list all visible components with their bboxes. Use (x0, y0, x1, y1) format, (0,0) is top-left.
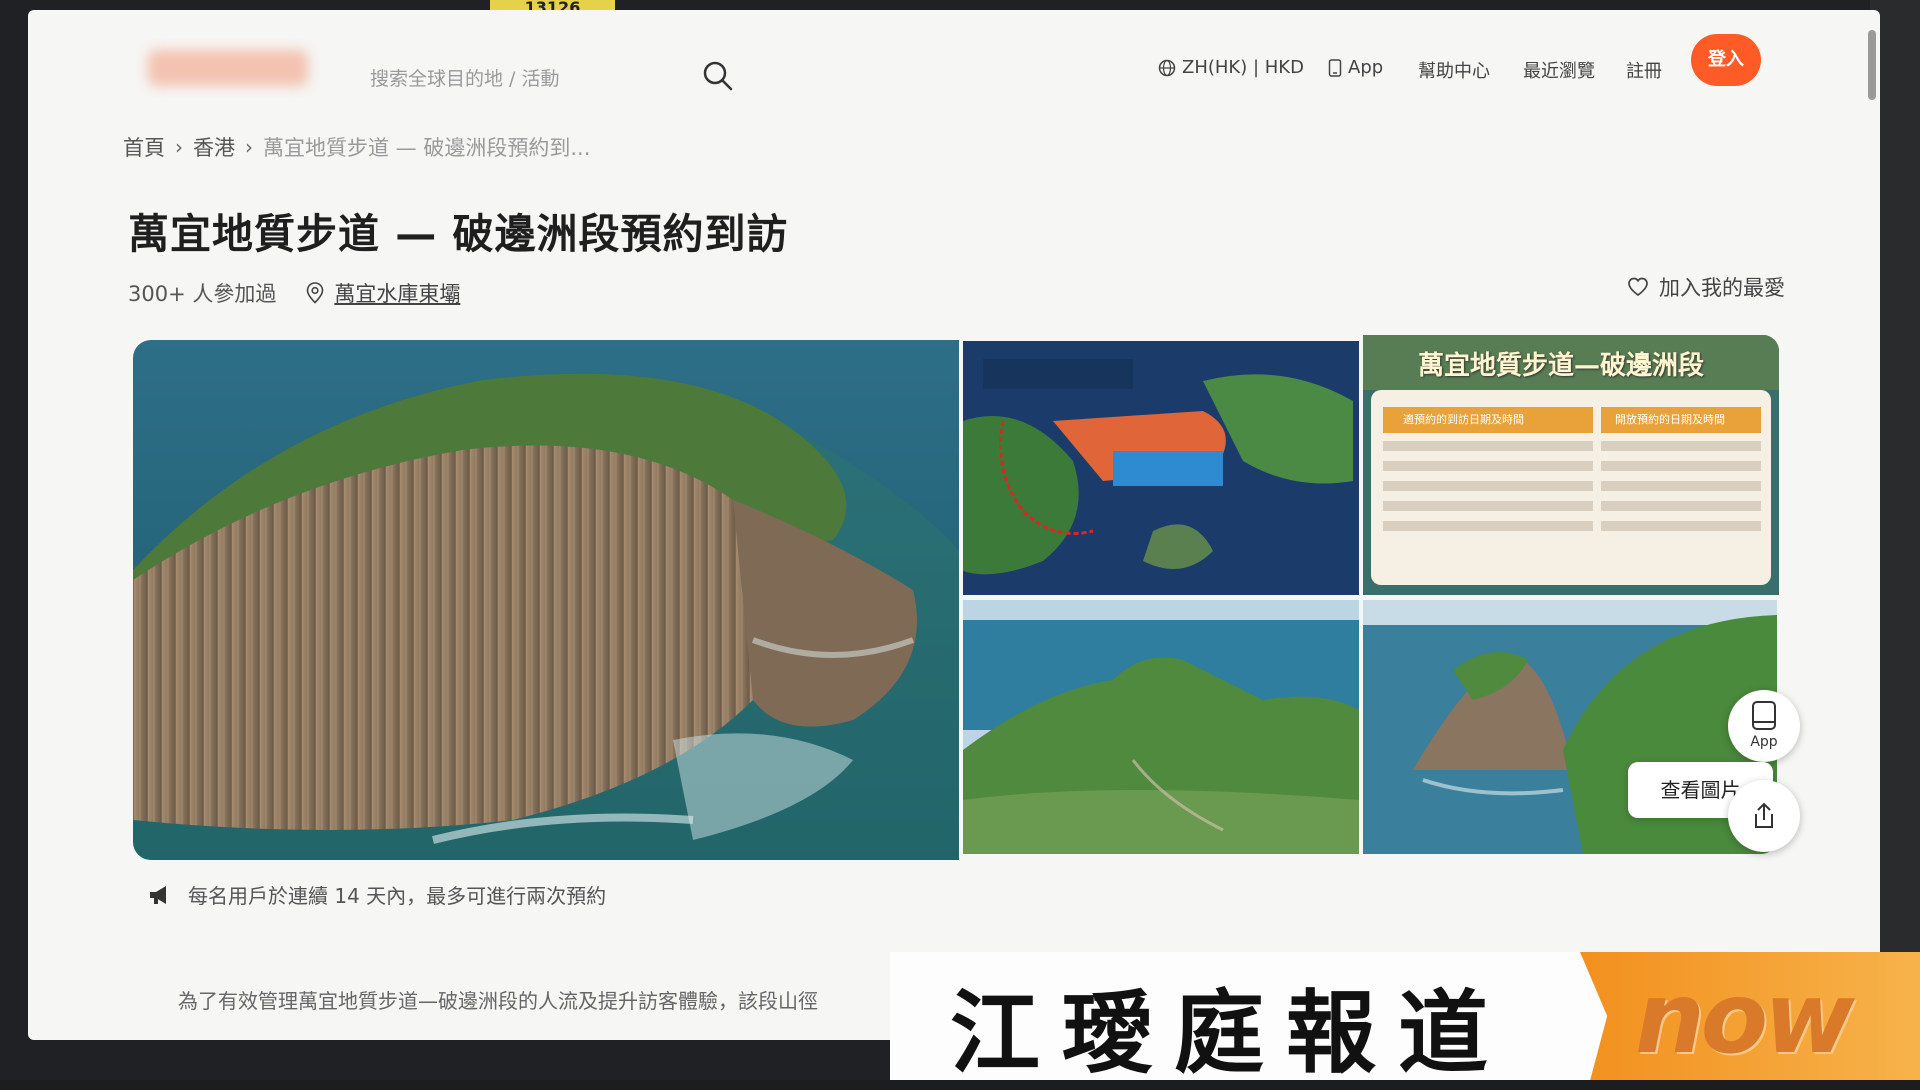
megaphone-icon (150, 885, 166, 904)
breadcrumb-home[interactable]: 首頁 (123, 132, 165, 162)
location-pin-icon (307, 282, 324, 304)
share-icon (1755, 802, 1773, 828)
search-icon[interactable] (700, 58, 736, 94)
page-title: 萬宜地質步道 — 破邊洲段預約到訪 (128, 210, 789, 258)
reporter-caption: 江璦庭報道 (950, 981, 1510, 1086)
basalt-cliff-photo (133, 340, 959, 860)
news-caption-bar: 江璦庭報道 now (890, 952, 1920, 1086)
location-link[interactable]: 萬宜水庫東壩 (334, 278, 460, 308)
wishlist-button[interactable]: 加入我的最愛 (1627, 272, 1785, 302)
globe-icon (1158, 59, 1176, 76)
chevron-right-icon: › (175, 135, 183, 159)
register-link[interactable]: 註冊 (1626, 57, 1662, 83)
phone-icon (1328, 58, 1342, 77)
browser-screen: 搜索全球目的地 / 活動 ZH(HK) | HKD App 幫助中心 最近瀏覽 … (28, 10, 1880, 1040)
breadcrumb: 首頁 › 香港 › 萬宜地質步道 — 破邊洲段預約到... (123, 132, 590, 162)
gallery-island-image-1[interactable] (963, 600, 1359, 854)
scrollbar[interactable] (1868, 30, 1876, 100)
site-header: 搜索全球目的地 / 活動 ZH(HK) | HKD App 幫助中心 最近瀏覽 … (28, 10, 1880, 110)
gallery-main-image[interactable] (133, 340, 959, 860)
schedule-col1-header: 適預約的到訪日期及時間 (1403, 413, 1524, 426)
caption-background: 江璦庭報道 (890, 952, 1610, 1086)
chevron-right-icon: › (245, 135, 253, 159)
recently-viewed-link[interactable]: 最近瀏覽 (1523, 57, 1595, 83)
gallery-map-image[interactable] (963, 341, 1359, 595)
login-button[interactable]: 登入 (1691, 34, 1761, 86)
share-button[interactable] (1728, 780, 1800, 852)
intro-paragraph: 為了有效管理萬宜地質步道—破邊洲段的人流及提升訪客體驗，該段山徑 (178, 989, 818, 1013)
schedule-col2-header: 開放預約的日期及時間 (1615, 413, 1725, 426)
breadcrumb-hongkong[interactable]: 香港 (193, 132, 235, 162)
notice-text: 每名用戶於連續 14 天內，最多可進行兩次預約 (188, 884, 607, 908)
app-download-link[interactable]: App (1328, 57, 1383, 78)
language-currency-selector[interactable]: ZH(HK) | HKD (1158, 57, 1304, 78)
app-label: App (1348, 57, 1384, 78)
tablet-icon (1752, 701, 1776, 730)
activity-meta: 300+ 人參加過 萬宜水庫東壩 (128, 278, 460, 308)
help-center-link[interactable]: 幫助中心 (1418, 57, 1490, 83)
wishlist-label: 加入我的最愛 (1659, 276, 1785, 300)
trail-map-illustration (963, 341, 1359, 595)
gallery-schedule-image[interactable]: 萬宜地質步道—破邊洲段 適預約的到訪日期及時間 開放預約的日期及時間 (1363, 335, 1779, 595)
booking-notice: 每名用戶於連續 14 天內，最多可進行兩次預約 (148, 880, 606, 909)
floating-app-label: App (1750, 734, 1778, 750)
lang-currency-label: ZH(HK) | HKD (1182, 57, 1304, 78)
participants-count: 300+ 人參加過 (128, 282, 277, 306)
search-input[interactable]: 搜索全球目的地 / 活動 (370, 64, 559, 91)
floating-app-button[interactable]: App (1728, 690, 1800, 762)
search-bar[interactable]: 搜索全球目的地 / 活動 (348, 50, 748, 100)
schedule-title: 萬宜地質步道—破邊洲段 (1418, 351, 1705, 381)
island-photo-1 (963, 600, 1359, 854)
site-logo[interactable] (148, 50, 308, 86)
heart-icon (1628, 277, 1648, 297)
now-logo: now (1635, 962, 1855, 1076)
location[interactable]: 萬宜水庫東壩 (306, 278, 460, 308)
breadcrumb-current: 萬宜地質步道 — 破邊洲段預約到... (263, 136, 591, 160)
